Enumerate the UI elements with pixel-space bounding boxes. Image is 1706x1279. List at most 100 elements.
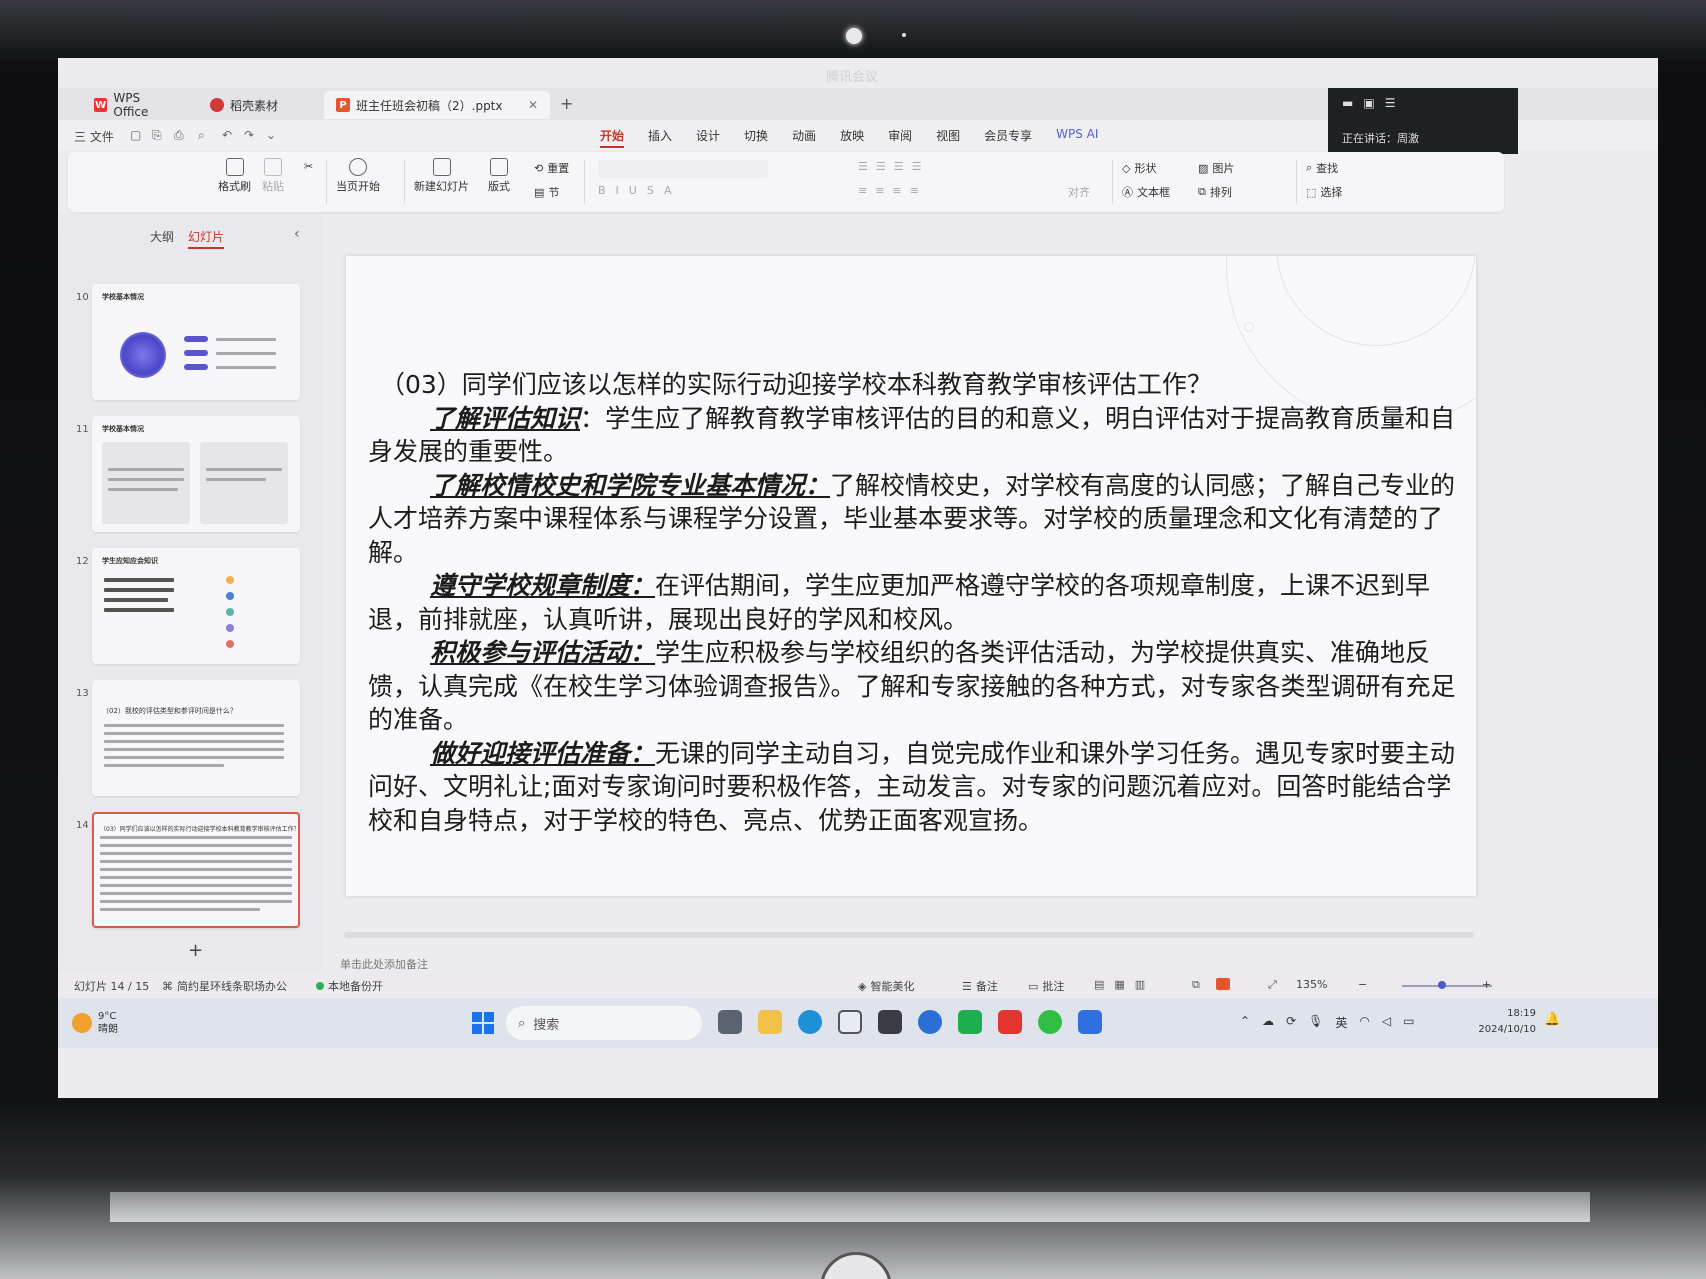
fit-window-icon[interactable]: ⤢ xyxy=(1268,978,1277,992)
window-icon[interactable]: ▣ xyxy=(1363,96,1374,110)
tab-member[interactable]: 会员专享 xyxy=(984,127,1032,148)
cut-icon[interactable]: ✂ xyxy=(304,160,313,173)
textbox-button[interactable]: Ⓐ 文本框 xyxy=(1122,184,1170,200)
notification-bell-icon[interactable]: 🔔 xyxy=(1544,1012,1560,1027)
thumbnail-line xyxy=(100,836,292,839)
section-button[interactable]: ▤ 节 xyxy=(534,184,559,200)
horizontal-scrollbar[interactable] xyxy=(344,932,1474,938)
tab-review[interactable]: 审阅 xyxy=(888,127,912,148)
new-tab-icon[interactable]: + xyxy=(560,94,573,113)
wps-taskbar-icon[interactable] xyxy=(998,1010,1022,1034)
volume-icon[interactable]: ◁ xyxy=(1382,1014,1391,1031)
format-painter-button[interactable]: 格式刷 xyxy=(218,158,251,194)
windows-start-icon[interactable] xyxy=(472,1012,494,1034)
slide-thumbnail-14[interactable]: （03）同学们应该以怎样的实际行动迎接学校本科教育教学审核评估工作？ xyxy=(92,812,300,928)
file-menu[interactable]: 三 文件 xyxy=(74,128,114,145)
font-style-buttons[interactable]: BIUSA xyxy=(598,184,682,197)
tab-insert[interactable]: 插入 xyxy=(648,127,672,148)
wifi-icon[interactable]: ◠ xyxy=(1359,1014,1369,1031)
search-icon: ⌕ xyxy=(518,1015,526,1031)
zoom-in-icon[interactable]: + xyxy=(1482,978,1491,991)
save-icon[interactable]: ▢ xyxy=(130,128,141,142)
tencent-meeting-icon[interactable] xyxy=(1078,1010,1102,1034)
wechat-icon[interactable] xyxy=(1038,1010,1062,1034)
notes-icon: ☰ xyxy=(962,979,972,993)
export-icon[interactable]: ⎘ xyxy=(152,128,162,143)
input-language[interactable]: 英 xyxy=(1335,1014,1347,1031)
select-button[interactable]: ⬚ 选择 xyxy=(1306,184,1342,200)
arrange-button[interactable]: ⧉ 排列 xyxy=(1198,184,1232,200)
app-icon[interactable] xyxy=(878,1010,902,1034)
edge-browser-icon[interactable] xyxy=(798,1010,822,1034)
zoom-slider-handle[interactable] xyxy=(1438,981,1446,989)
beautify-button[interactable]: ◈ 智能美化 xyxy=(858,978,914,994)
picture-icon: ▨ xyxy=(1198,161,1209,175)
new-slide-button[interactable]: 新建幻灯片 xyxy=(414,158,469,194)
chevron-up-icon[interactable]: ⌃ xyxy=(1240,1014,1250,1031)
list-icon[interactable]: ☰ xyxy=(1385,96,1396,110)
tab-docer[interactable]: 稻壳素材 xyxy=(198,91,312,119)
slide-canvas[interactable]: （03）同学们应该以怎样的实际行动迎接学校本科教育教学审核评估工作？ 了解评估知… xyxy=(346,256,1476,896)
beautify-icon: ◈ xyxy=(858,979,867,993)
tab-home[interactable]: 开始 xyxy=(600,127,625,148)
print-preview-icon[interactable]: ⌕ xyxy=(198,128,205,143)
tab-active-document[interactable]: P 班主任班会初稿（2）.pptx ✕ xyxy=(324,91,550,119)
reset-button[interactable]: ⟲ 重置 xyxy=(534,160,569,176)
tab-slides[interactable]: 幻灯片 xyxy=(188,228,225,249)
add-slide-icon[interactable]: + xyxy=(188,940,203,961)
paste-button[interactable]: 粘贴 xyxy=(262,158,284,194)
task-view-icon[interactable] xyxy=(718,1010,742,1034)
slide-text-box[interactable]: （03）同学们应该以怎样的实际行动迎接学校本科教育教学审核评估工作？ 了解评估知… xyxy=(368,368,1458,837)
sync-icon[interactable]: ⟳ xyxy=(1286,1014,1296,1031)
file-explorer-icon[interactable] xyxy=(758,1010,782,1034)
undo-icon[interactable]: ↶ xyxy=(222,128,232,142)
align-buttons[interactable]: ≡≡≡≡ xyxy=(858,184,927,197)
battery-icon[interactable]: ▭ xyxy=(1403,1014,1414,1031)
slide-thumbnail-13[interactable]: （02）我校的评估类型和参评时间是什么？ xyxy=(92,680,300,796)
slide-thumbnail-11[interactable]: 学校基本情况 xyxy=(92,416,300,532)
close-icon[interactable]: ✕ xyxy=(528,98,538,112)
microphone-icon[interactable]: 🎙 xyxy=(1308,1014,1323,1031)
picture-button[interactable]: ▨ 图片 xyxy=(1198,160,1234,176)
align-button[interactable]: 对齐 xyxy=(1068,184,1090,200)
print-icon[interactable]: ⎙ xyxy=(174,128,184,143)
notes-button[interactable]: ☰ 备注 xyxy=(962,978,998,994)
tab-wps-ai[interactable]: WPS AI xyxy=(1056,127,1098,148)
play-current-button[interactable]: 当页开始 xyxy=(336,158,380,194)
cloud-icon[interactable]: ☁ xyxy=(1262,1014,1274,1031)
tab-transitions[interactable]: 切换 xyxy=(744,127,768,148)
redo-icon[interactable]: ↷ xyxy=(244,128,254,142)
zoom-slider[interactable] xyxy=(1402,985,1492,987)
tab-slideshow[interactable]: 放映 xyxy=(840,127,864,148)
zoom-out-icon[interactable]: − xyxy=(1358,978,1367,991)
ie-browser-icon[interactable] xyxy=(918,1010,942,1034)
tab-outline[interactable]: 大纲 xyxy=(150,228,174,249)
chevron-down-icon[interactable]: ⌄ xyxy=(266,128,276,142)
slide-thumbnail-10[interactable]: 学校基本情况 xyxy=(92,284,300,400)
paragraph-buttons[interactable]: ☰☰☰☰ xyxy=(858,160,929,173)
tab-view[interactable]: 视图 xyxy=(936,127,960,148)
zoom-level[interactable]: 135% xyxy=(1296,978,1327,991)
find-button[interactable]: ⌕ 查找 xyxy=(1306,160,1338,176)
taskbar-search[interactable]: ⌕ 搜索 xyxy=(506,1006,702,1040)
clock[interactable]: 18:19 2024/10/10 xyxy=(1468,1006,1536,1038)
mail-app-icon[interactable] xyxy=(958,1010,982,1034)
font-family-select[interactable] xyxy=(598,160,768,178)
chevron-left-icon[interactable]: ‹ xyxy=(294,226,300,242)
comments-button[interactable]: ▭ 批注 xyxy=(1028,978,1064,994)
thumbnail-title: （03）同学们应该以怎样的实际行动迎接学校本科教育教学审核评估工作？ xyxy=(100,826,296,833)
minimize-icon[interactable]: ▬ xyxy=(1342,96,1353,110)
store-icon[interactable] xyxy=(838,1010,862,1034)
weather-widget[interactable]: 9°C 晴朗 xyxy=(72,1010,118,1036)
layout-button[interactable]: 版式 xyxy=(488,158,510,194)
backup-status[interactable]: 本地备份开 xyxy=(316,978,383,994)
reading-view-icon[interactable]: ⧉ xyxy=(1192,978,1200,992)
tab-animations[interactable]: 动画 xyxy=(792,127,816,148)
tab-design[interactable]: 设计 xyxy=(696,127,720,148)
theme-name[interactable]: ⌘ 简约星环线条职场办公 xyxy=(162,978,287,994)
shape-button[interactable]: ◇ 形状 xyxy=(1122,160,1156,176)
tab-wps-office[interactable]: W WPS Office xyxy=(82,91,188,119)
slide-thumbnail-12[interactable]: 学生应知应会知识 xyxy=(92,548,300,664)
slideshow-button[interactable] xyxy=(1216,978,1230,990)
view-mode-buttons[interactable]: ▤▦▥ xyxy=(1094,978,1155,991)
